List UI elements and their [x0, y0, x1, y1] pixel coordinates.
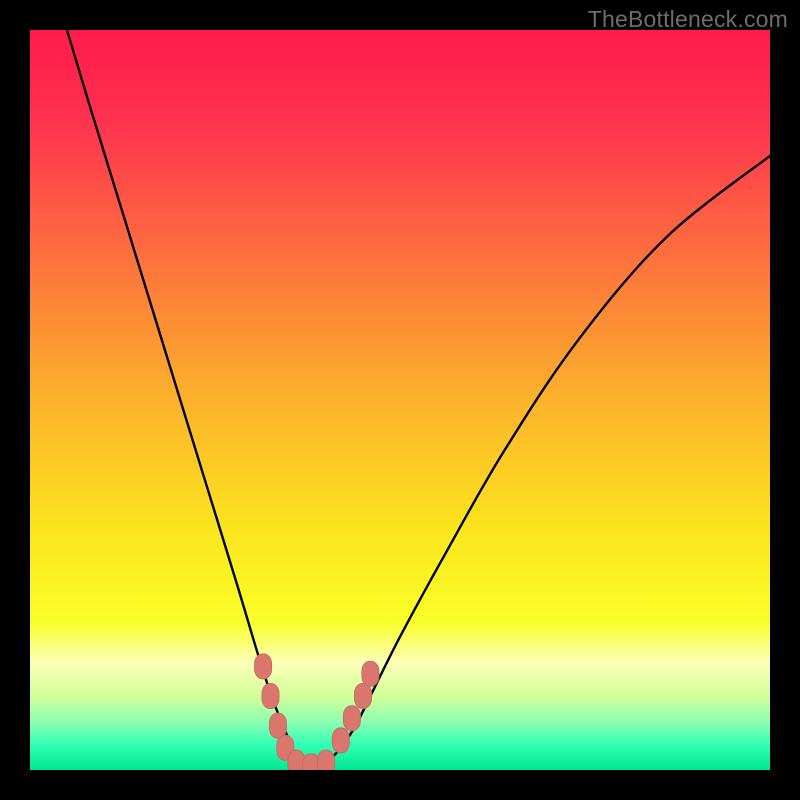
valley-marker — [332, 728, 349, 753]
valley-marker — [355, 684, 372, 709]
valley-marker — [343, 706, 360, 731]
bottleneck-curve — [67, 30, 770, 770]
valley-marker — [318, 750, 335, 770]
watermark-text: TheBottleneck.com — [588, 6, 788, 33]
curve-layer — [30, 30, 770, 770]
valley-marker — [269, 713, 286, 738]
plot-area — [30, 30, 770, 770]
valley-marker — [255, 654, 272, 679]
valley-marker — [362, 661, 379, 686]
chart-frame: TheBottleneck.com — [0, 0, 800, 800]
valley-markers — [255, 654, 379, 770]
valley-marker — [262, 684, 279, 709]
